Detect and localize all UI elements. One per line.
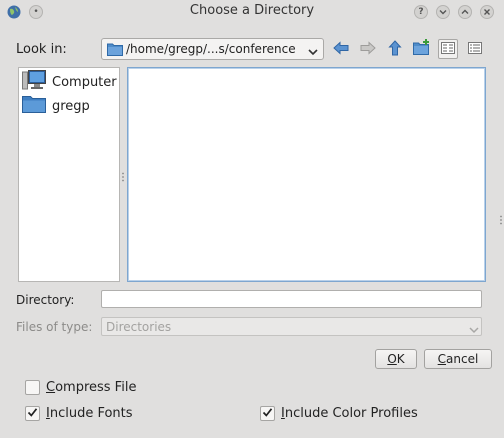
forward-arrow-icon xyxy=(360,40,376,58)
computer-icon xyxy=(22,70,46,94)
include-fonts-text: nclude Fonts xyxy=(49,406,133,421)
files-of-type-combo[interactable]: Directories xyxy=(101,317,482,336)
include-fonts-checkbox[interactable] xyxy=(25,406,40,421)
chevron-down-icon xyxy=(308,45,318,59)
look-in-label: Look in: xyxy=(16,42,67,57)
folder-icon xyxy=(107,42,123,59)
include-color-profiles-text: nclude Color Profiles xyxy=(284,406,418,421)
folder-icon xyxy=(22,95,46,117)
up-button[interactable] xyxy=(385,39,405,59)
look-in-path: /home/gregp/...s/conference xyxy=(126,42,296,56)
close-button[interactable] xyxy=(480,5,494,19)
include-color-profiles-checkbox[interactable] xyxy=(260,406,275,421)
sidebar-item-gregp[interactable]: gregp xyxy=(19,94,119,118)
checkmark-icon xyxy=(27,407,38,421)
compress-file-label[interactable]: Compress File xyxy=(46,380,136,395)
files-of-type-value: Directories xyxy=(106,320,172,334)
compress-file-text: ompress File xyxy=(55,380,137,395)
chevron-down-icon xyxy=(469,323,479,337)
new-folder-button[interactable] xyxy=(412,38,432,58)
include-color-profiles-label[interactable]: Include Color Profiles xyxy=(281,406,418,421)
ok-mnemonic: O xyxy=(387,352,397,366)
back-arrow-icon xyxy=(333,40,349,58)
cancel-mnemonic: C xyxy=(437,352,447,366)
compress-file-mnemonic: C xyxy=(46,380,56,395)
directory-label: Directory: xyxy=(16,293,75,307)
back-button[interactable] xyxy=(331,39,351,59)
splitter-handle[interactable] xyxy=(121,171,125,182)
list-view-button[interactable] xyxy=(438,39,458,59)
compress-file-checkbox[interactable] xyxy=(25,380,40,395)
cancel-label: ancel xyxy=(446,352,479,366)
help-button[interactable]: ? xyxy=(414,5,428,19)
detail-view-button[interactable] xyxy=(465,39,485,59)
files-of-type-label: Files of type: xyxy=(16,320,93,334)
cancel-button[interactable]: Cancel xyxy=(424,349,492,369)
places-sidebar[interactable]: Computer gregp xyxy=(18,67,120,282)
sidebar-item-computer[interactable]: Computer xyxy=(19,70,119,94)
ok-button[interactable]: OK xyxy=(375,349,417,369)
detail-view-icon xyxy=(468,41,482,57)
window-title: Choose a Directory xyxy=(189,3,315,18)
file-list-view[interactable] xyxy=(127,67,486,282)
look-in-combo[interactable]: /home/gregp/...s/conference xyxy=(101,38,324,60)
include-fonts-label[interactable]: Include Fonts xyxy=(46,406,133,421)
directory-input[interactable] xyxy=(101,290,482,308)
new-folder-icon xyxy=(413,38,431,59)
forward-button[interactable] xyxy=(358,39,378,59)
checkmark-icon xyxy=(262,407,273,421)
sidebar-item-label: gregp xyxy=(52,98,90,114)
sidebar-item-label: Computer xyxy=(52,74,117,90)
minimize-button[interactable] xyxy=(436,5,450,19)
ok-label: K xyxy=(396,352,405,366)
resize-handle[interactable] xyxy=(499,214,503,225)
list-view-icon xyxy=(441,41,455,57)
up-arrow-icon xyxy=(388,39,402,59)
maximize-button[interactable] xyxy=(458,5,472,19)
